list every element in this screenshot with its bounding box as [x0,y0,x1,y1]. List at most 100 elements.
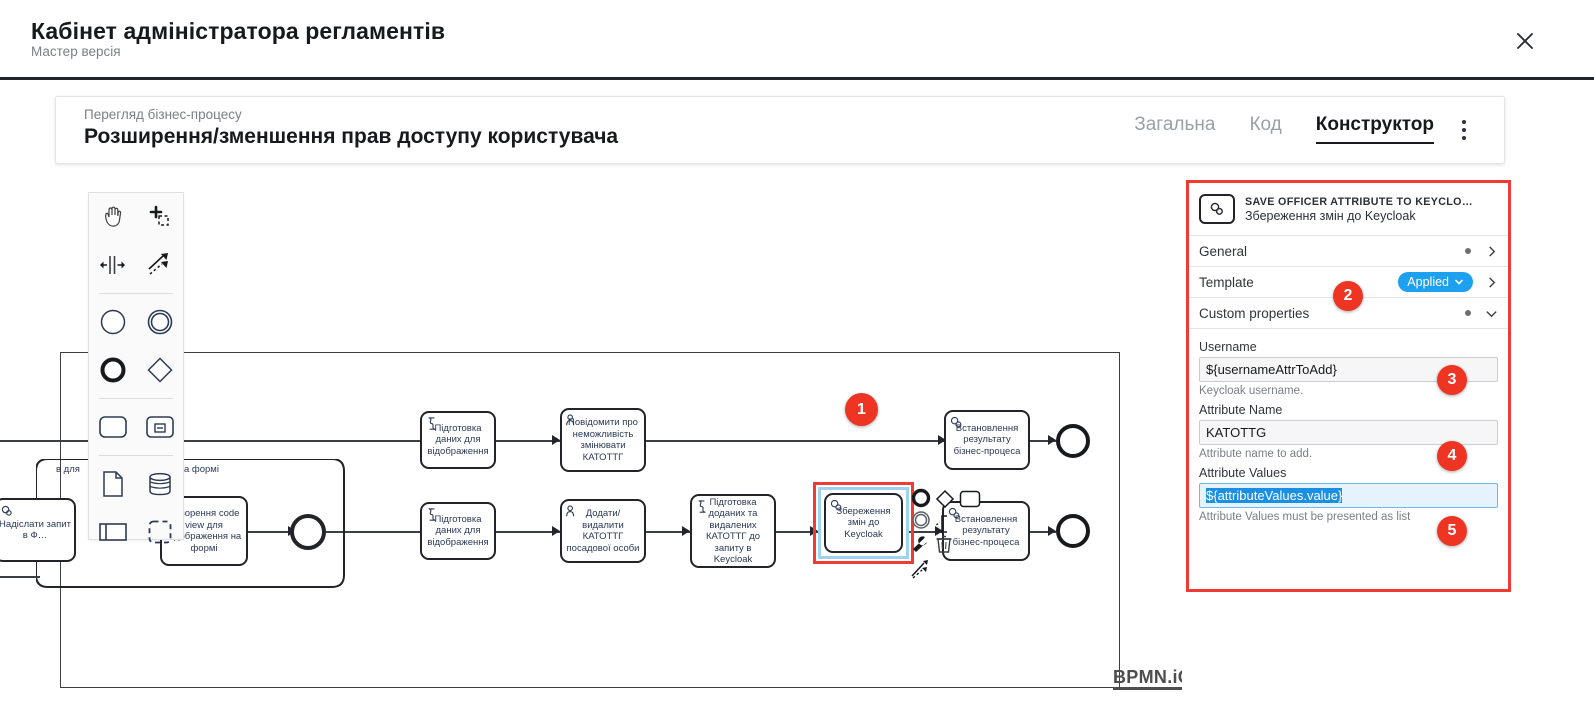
properties-fields: Username ${usernameAttrToAdd} Keycloak u… [1189,329,1508,523]
script-task-icon [698,500,706,513]
bpmn-task-set-result-top[interactable]: Встановлення результату бізнес-процеса [944,410,1030,470]
end-event-icon [100,357,125,383]
process-header-card: Перегляд бізнес-процесу Розширення/зменш… [55,96,1505,164]
participant-icon [98,523,127,541]
palette-separator [99,398,173,399]
field-input-attribute-values[interactable]: ${attributeValues.value} [1199,483,1498,508]
context-pad[interactable] [905,486,981,586]
properties-group-general[interactable]: General [1189,236,1508,267]
sequence-flow [0,440,430,442]
palette-intermediate-event[interactable] [136,298,183,346]
space-tool-icon [99,256,125,274]
flow-arrow [552,526,560,536]
chevron-right-icon [1489,245,1496,257]
bpmn-task-save-to-keycloak-selected[interactable]: Збереження змін до Keycloak [824,493,903,553]
tab-general[interactable]: Загальна [1134,114,1215,142]
palette-separator [99,455,173,456]
service-task-gear-icon [1199,194,1235,224]
data-store-icon [148,472,171,496]
palette-lasso-tool[interactable] [136,193,183,241]
change-type-wrench-icon[interactable] [910,534,930,559]
sequence-flow [496,531,560,533]
bpmn-palette[interactable] [88,192,184,544]
bpmn-event-end-bottom[interactable] [1056,514,1090,548]
user-task-icon [566,505,575,517]
bpmn-event-end-top[interactable] [1056,424,1090,458]
chevron-right-icon [1489,276,1496,288]
properties-group-label: Custom properties [1199,305,1310,321]
flow-arrow [552,435,560,445]
flow-arrow [682,526,690,536]
palette-task[interactable] [89,403,136,451]
flow-arrow [1048,435,1056,445]
close-button[interactable] [1512,28,1538,54]
close-icon [1517,33,1533,49]
view-tabs: Загальна Код Конструктор [1134,114,1435,144]
palette-participant[interactable] [89,508,136,556]
connect-tool-icon[interactable] [910,558,932,585]
group-status-dot-icon [1465,310,1471,316]
global-connect-tool-icon [147,253,168,275]
bpmn-event-intermediate[interactable] [290,514,326,550]
breadcrumb: Перегляд бізнес-процесу [84,107,242,122]
palette-space-tool[interactable] [89,241,136,289]
chevron-down-icon [1454,279,1464,285]
template-applied-label: Applied [1407,275,1449,289]
user-task-icon [566,414,575,426]
properties-element-type: SAVE OFFICER ATTRIBUTE TO KEYCLO… [1245,195,1473,208]
bpmn-task-add-remove-katottg[interactable]: Додати/видалити КАТОТТГ посадової особи [560,499,646,563]
palette-global-connect-tool[interactable] [136,241,183,289]
process-title: Розширення/зменшення прав доступу корист… [84,125,619,148]
service-task-gear-icon [950,416,962,428]
script-task-icon [428,417,436,430]
bpmn-task-notify-impossible[interactable]: Повідомити про неможливість змінювати КА… [560,408,646,472]
palette-hand-tool[interactable] [89,193,136,241]
field-value-attribute-values: ${attributeValues.value} [1206,488,1343,503]
bpmn-task-prepare-data-bottom[interactable]: Підготовка даних для відображення [420,502,496,560]
palette-separator [99,293,173,294]
field-value-username: ${usernameAttrToAdd} [1206,362,1337,377]
palette-end-event[interactable] [89,346,136,394]
append-task-icon[interactable] [959,490,981,513]
group-icon [148,520,171,544]
tab-constructor[interactable]: Конструктор [1315,114,1435,144]
tab-code[interactable]: Код [1249,114,1281,142]
append-gateway-icon[interactable] [935,489,955,514]
palette-gateway[interactable] [136,346,183,394]
lasso-tool-icon [149,205,169,226]
kebab-menu-icon [1462,120,1466,124]
annotation-bubble-3: 3 [1437,365,1467,395]
palette-subprocess[interactable] [136,403,183,451]
bpmn-io-watermark[interactable]: BPMN.iO [1113,668,1182,690]
field-value-attribute-name: KATOTTG [1206,425,1267,440]
annotation-bubble-1: 1 [845,393,878,426]
palette-group[interactable] [136,508,183,556]
palette-data-store[interactable] [136,460,183,508]
data-object-icon [102,471,123,497]
template-applied-badge[interactable]: Applied [1398,272,1473,292]
annotation-bubble-4: 4 [1437,441,1467,471]
append-intermediate-event-icon[interactable] [911,510,931,535]
properties-element-name: Збереження змін до Keycloak [1245,208,1416,223]
service-task-gear-icon [1,505,12,516]
properties-group-label: General [1199,243,1248,259]
gateway-icon [146,357,173,383]
start-event-icon [100,309,125,335]
bpmn-task-send-request[interactable]: Надіслати запит в Ф… [0,498,76,562]
palette-data-object[interactable] [89,460,136,508]
hand-tool-icon [104,206,121,227]
subprocess-collapsed-icon [145,416,174,438]
delete-trash-icon[interactable] [935,534,953,559]
task-icon [98,416,127,438]
annotation-bubble-2: 2 [1333,281,1363,311]
palette-start-event[interactable] [89,298,136,346]
bpmn-task-prepare-data-top[interactable]: Підготовка даних для відображення [420,411,496,469]
intermediate-event-icon [147,309,172,335]
properties-group-label: Template [1199,274,1254,290]
sequence-flow [496,440,560,442]
partial-label-2: а формі [184,464,219,475]
sequence-flow [0,576,40,578]
app-header: Кабінет адміністратора регламентів Масте… [0,0,1594,80]
overflow-menu-button[interactable] [1454,117,1474,143]
bpmn-task-prepare-request[interactable]: Підготовка доданих та видалених КАТОТТГ … [690,494,776,568]
